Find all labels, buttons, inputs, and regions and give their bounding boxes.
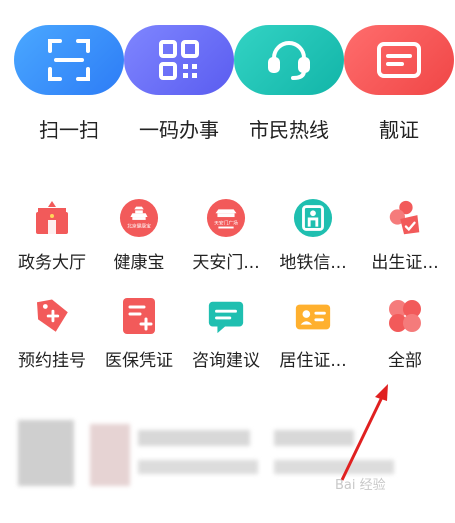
residence-permit-icon (293, 296, 333, 336)
service-label: 出生证... (371, 253, 439, 273)
service-consultation[interactable]: 咨询建议 (181, 296, 271, 386)
metro-icon (293, 198, 333, 238)
card-label: 靓证 (379, 118, 419, 142)
birth-certificate-icon (385, 198, 425, 238)
headset-icon (268, 41, 310, 80)
qr-code-icon (159, 40, 199, 80)
hotline-label: 市民热线 (249, 118, 329, 142)
service-residence-permit[interactable]: 居住证... (268, 296, 358, 386)
service-medical-insurance[interactable]: 医保凭证 (94, 296, 184, 386)
service-label: 医保凭证 (105, 351, 173, 371)
qr-service-action[interactable]: 一码办事 (124, 0, 234, 160)
service-tiananmen[interactable]: 天安门广场 天安门... (181, 198, 271, 288)
service-all[interactable]: 全部 (360, 296, 450, 386)
service-label: 地铁信... (279, 253, 347, 273)
watermark: Bai 经验 (335, 478, 386, 493)
card-button[interactable] (344, 25, 454, 95)
qr-service-button[interactable] (124, 25, 234, 95)
tiananmen-icon: 天安门广场 (206, 198, 246, 238)
service-health-treasure[interactable]: 北京健康宝 健康宝 (94, 198, 184, 288)
service-label: 咨询建议 (192, 351, 260, 371)
scan-action[interactable]: 扫一扫 (14, 0, 124, 160)
service-birth-certificate[interactable]: 出生证... (360, 198, 450, 288)
hotline-action[interactable]: 市民热线 (234, 0, 344, 160)
health-treasure-icon: 北京健康宝 (119, 198, 159, 238)
service-metro[interactable]: 地铁信... (268, 198, 358, 288)
service-label: 预约挂号 (18, 351, 86, 371)
service-label: 天安门... (192, 253, 260, 273)
service-label: 居住证... (279, 351, 347, 371)
service-label: 政务大厅 (18, 253, 86, 273)
scan-icon (48, 39, 90, 81)
government-hall-icon (32, 198, 72, 238)
scan-label: 扫一扫 (39, 118, 99, 142)
all-services-icon (385, 296, 425, 336)
service-government-hall[interactable]: 政务大厅 (7, 198, 97, 288)
hotline-button[interactable] (234, 25, 344, 95)
service-label: 健康宝 (113, 253, 165, 273)
service-label: 全部 (388, 351, 422, 371)
qr-service-label: 一码办事 (139, 118, 219, 142)
service-appointment[interactable]: 预约挂号 (7, 296, 97, 386)
top-actions-bar: 扫一扫 一码办事 市民热线 靓证 (0, 0, 455, 160)
card-icon (377, 42, 421, 78)
appointment-tag-icon (32, 296, 72, 336)
consultation-chat-icon (206, 296, 246, 336)
scan-button[interactable] (14, 25, 124, 95)
medical-insurance-icon (119, 296, 159, 336)
card-action[interactable]: 靓证 (344, 0, 454, 160)
